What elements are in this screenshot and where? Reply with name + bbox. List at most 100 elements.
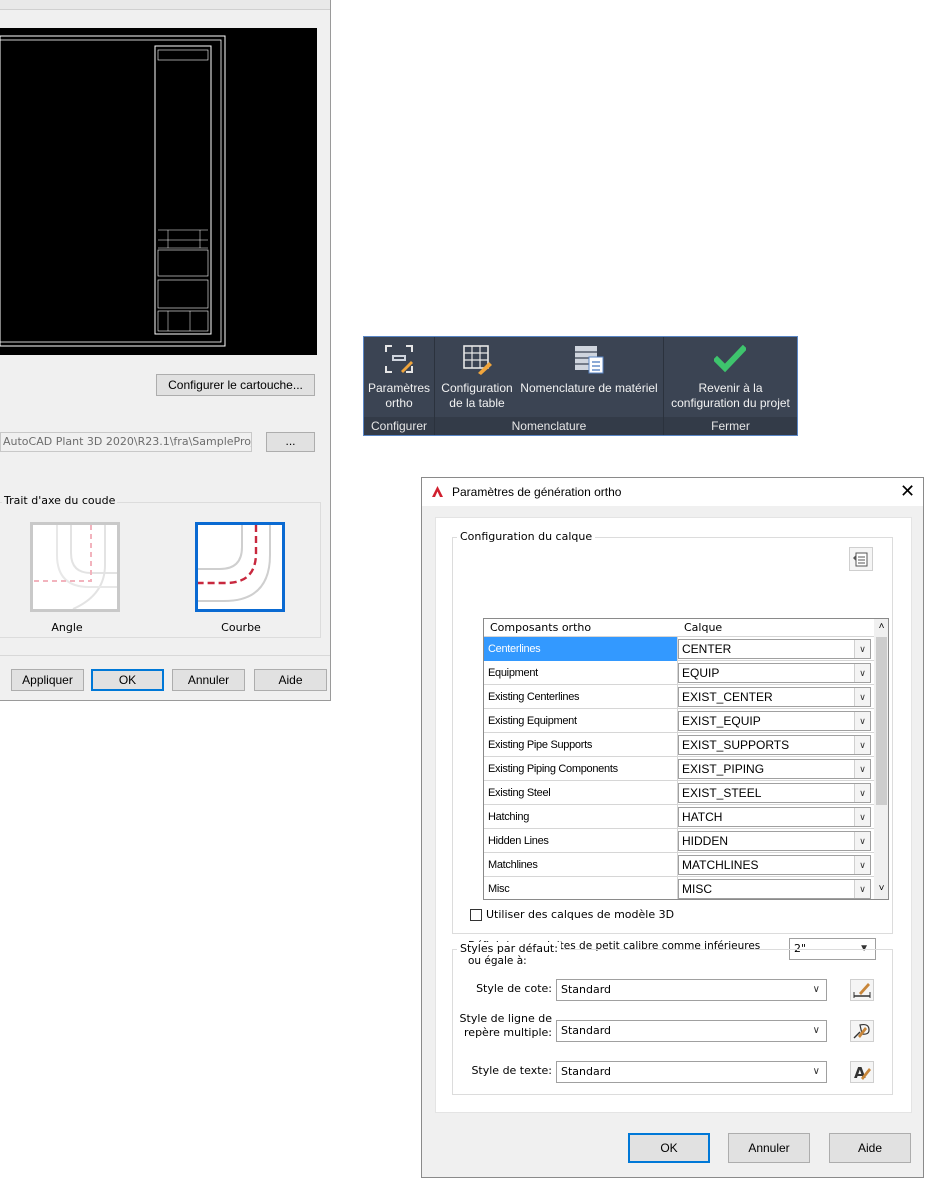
chevron-down-icon[interactable]: ∨ [854, 784, 870, 802]
ribbon-panel-title-configurer: Configurer [370, 419, 428, 433]
style-value: Standard [561, 983, 612, 996]
ok-button[interactable]: OK [91, 669, 164, 691]
drawing-settings-dialog: Configurer le cartouche... AutoCAD Plant… [0, 0, 331, 701]
return-to-project-label-2: configuration du projet [671, 396, 790, 410]
grid-row[interactable]: Hidden Lines HIDDEN ∨ [484, 829, 874, 853]
grid-cell-component[interactable]: Hatching [484, 805, 678, 829]
chevron-down-icon[interactable]: ∨ [854, 808, 870, 826]
close-icon[interactable]: ✕ [900, 481, 915, 501]
grid-cell-layer-select[interactable]: EXIST_PIPING ∨ [678, 759, 871, 779]
scroll-up-icon[interactable]: ˄ [876, 621, 887, 632]
chevron-down-icon[interactable]: ∨ [854, 760, 870, 778]
cancel-button[interactable]: Annuler [172, 669, 245, 691]
grid-cell-layer-select[interactable]: EXIST_SUPPORTS ∨ [678, 735, 871, 755]
grid-row[interactable]: Existing Equipment EXIST_EQUIP ∨ [484, 709, 874, 733]
grid-row[interactable]: Matchlines MATCHLINES ∨ [484, 853, 874, 877]
style-select[interactable]: Standard ∨ [556, 979, 827, 1001]
grid-row[interactable]: Equipment EQUIP ∨ [484, 661, 874, 685]
grid-cell-component[interactable]: Existing Steel [484, 781, 678, 805]
style-label: Style de cote: [456, 982, 552, 996]
grid-row[interactable]: Misc MISC ∨ [484, 877, 874, 899]
dialog-titlebar: Paramètres de génération ortho ✕ [422, 478, 923, 506]
chevron-down-icon[interactable]: ∨ [854, 640, 870, 658]
layer-value: MISC [682, 882, 712, 896]
dimension-style-button[interactable] [850, 979, 874, 1001]
grid-row[interactable]: Existing Piping Components EXIST_PIPING ∨ [484, 757, 874, 781]
grid-cell-component[interactable]: Existing Piping Components [484, 757, 678, 781]
grid-cell-layer-select[interactable]: EXIST_STEEL ∨ [678, 783, 871, 803]
elbow-curve-label: Courbe [221, 621, 261, 634]
grid-cell-layer-select[interactable]: MISC ∨ [678, 879, 871, 899]
multileader-style-button[interactable] [850, 1020, 874, 1042]
use-model-layers-checkbox[interactable] [470, 909, 482, 921]
chevron-down-icon[interactable]: ∨ [854, 688, 870, 706]
table-config-label-1: Configuration [441, 381, 513, 395]
configure-titleblock-button[interactable]: Configurer le cartouche... [156, 374, 315, 396]
elbow-curve-option[interactable] [195, 522, 285, 612]
apply-button[interactable]: Appliquer [11, 669, 84, 691]
grid-header-layer: Calque [684, 621, 723, 634]
ortho-ribbon: Paramètres ortho Configurer Configuratio… [363, 336, 798, 436]
ortho-settings-icon [385, 345, 413, 373]
layer-value: HATCH [682, 810, 723, 824]
text-style-button[interactable]: A [850, 1061, 874, 1083]
table-config-button[interactable]: Configuration de la table [437, 337, 517, 417]
grid-cell-layer-select[interactable]: HIDDEN ∨ [678, 831, 871, 851]
chevron-down-icon[interactable]: ∨ [854, 880, 870, 898]
help-button[interactable]: Aide [829, 1133, 911, 1163]
help-button[interactable]: Aide [254, 669, 327, 691]
cancel-button[interactable]: Annuler [728, 1133, 810, 1163]
elbow-curve-icon [198, 525, 271, 602]
style-select[interactable]: Standard ∨ [556, 1061, 827, 1083]
layer-value: EQUIP [682, 666, 720, 680]
grid-cell-layer-select[interactable]: EXIST_EQUIP ∨ [678, 711, 871, 731]
bom-icon [575, 346, 604, 374]
grid-row[interactable]: Existing Centerlines EXIST_CENTER ∨ [484, 685, 874, 709]
chevron-down-icon[interactable]: ∨ [854, 736, 870, 754]
grid-row[interactable]: Existing Steel EXIST_STEEL ∨ [484, 781, 874, 805]
grid-cell-component[interactable]: Existing Equipment [484, 709, 678, 733]
dimension-style-icon [851, 983, 873, 1003]
grid-cell-layer-select[interactable]: EXIST_CENTER ∨ [678, 687, 871, 707]
grid-cell-layer-select[interactable]: EQUIP ∨ [678, 663, 871, 683]
grid-cell-component[interactable]: Hidden Lines [484, 829, 678, 853]
grid-scrollbar[interactable]: ˄ ˅ [874, 619, 888, 899]
project-path-field[interactable]: AutoCAD Plant 3D 2020\R23.1\fra\SamplePr… [0, 432, 252, 452]
grid-row[interactable]: Centerlines CENTER ∨ [484, 637, 874, 661]
grid-cell-component[interactable]: Equipment [484, 661, 678, 685]
chevron-down-icon[interactable]: ∨ [854, 832, 870, 850]
grid-row[interactable]: Existing Pipe Supports EXIST_SUPPORTS ∨ [484, 733, 874, 757]
grid-cell-component[interactable]: Matchlines [484, 853, 678, 877]
grid-cell-layer-select[interactable]: CENTER ∨ [678, 639, 871, 659]
style-select[interactable]: Standard ∨ [556, 1020, 827, 1042]
ok-button[interactable]: OK [628, 1133, 710, 1163]
chevron-down-icon[interactable]: ∨ [854, 712, 870, 730]
style-label-line1: Style de cote: [476, 982, 552, 995]
chevron-down-icon[interactable]: ∨ [854, 856, 870, 874]
bom-button[interactable]: Nomenclature de matériel [517, 337, 661, 417]
elbow-angle-option[interactable] [30, 522, 120, 612]
grid-cell-component[interactable]: Existing Pipe Supports [484, 733, 678, 757]
grid-row[interactable]: Hatching HATCH ∨ [484, 805, 874, 829]
style-label: Style de ligne de repère multiple: [456, 1012, 552, 1040]
bom-label: Nomenclature de matériel [520, 381, 658, 395]
ortho-settings-label-1: Paramètres [367, 381, 431, 395]
chevron-down-icon[interactable]: ∨ [854, 664, 870, 682]
layer-settings-button[interactable] [849, 547, 873, 571]
scroll-down-icon[interactable]: ˅ [876, 883, 887, 894]
dialog-content-panel: Configuration du calque Composants ortho… [435, 517, 912, 1113]
scrollbar-thumb[interactable] [876, 637, 887, 805]
checkmark-icon [714, 345, 746, 373]
browse-path-button[interactable]: ... [266, 432, 315, 452]
ortho-settings-button[interactable]: Paramètres ortho [364, 337, 434, 417]
layer-value: EXIST_SUPPORTS [682, 738, 790, 752]
return-to-project-button[interactable]: Revenir à la configuration du projet [664, 337, 797, 417]
svg-text:A: A [854, 1064, 866, 1082]
grid-cell-component[interactable]: Misc [484, 877, 678, 899]
grid-cell-layer-select[interactable]: HATCH ∨ [678, 807, 871, 827]
text-style-icon: A [851, 1064, 873, 1085]
grid-cell-component[interactable]: Existing Centerlines [484, 685, 678, 709]
grid-cell-component[interactable]: Centerlines [484, 637, 678, 661]
grid-cell-layer-select[interactable]: MATCHLINES ∨ [678, 855, 871, 875]
style-label-line1: Style de texte: [471, 1064, 552, 1077]
